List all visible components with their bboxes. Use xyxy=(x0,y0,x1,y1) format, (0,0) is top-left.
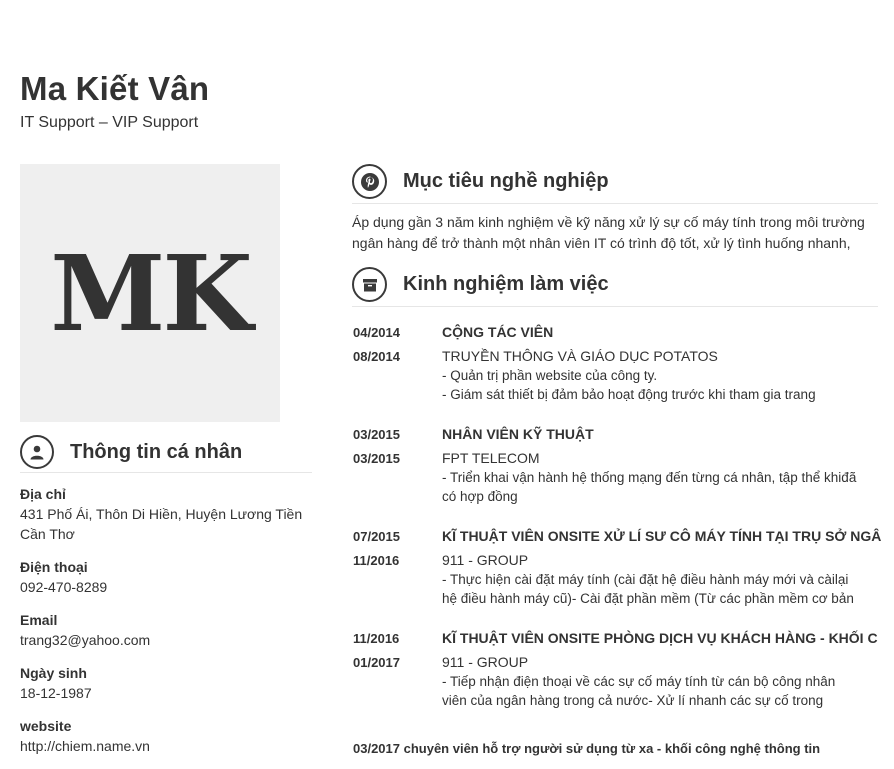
job-company: FPT TELECOM xyxy=(442,450,540,466)
user-icon xyxy=(20,435,54,469)
personal-info-list: Địa chỉ 431 Phố Ái, Thôn Di Hiền, Huyện … xyxy=(20,484,320,769)
info-value: http://chiem.name.vn xyxy=(20,738,150,754)
info-email: Email trang32@yahoo.com xyxy=(20,610,320,650)
experience-title: Kinh nghiệm làm việc xyxy=(403,273,609,295)
job-dates: 03/2015 03/2015 xyxy=(353,424,442,506)
job-entry: 04/2014 08/2014 CỘNG TÁC VIÊN TRUYỀN THÔ… xyxy=(353,322,894,404)
job-start: 04/2014 xyxy=(353,325,400,340)
info-label: Ngày sinh xyxy=(20,665,87,681)
job-company: TRUYỀN THÔNG VÀ GIÁO DỤC POTATOS xyxy=(442,348,718,364)
job-body: KĨ THUẬT VIÊN ONSITE XỬ LÍ SƯ CÔ MÁY TÍN… xyxy=(442,526,894,608)
job-company: 911 - GROUP xyxy=(442,654,529,670)
job-title: IT Support – VIP Support xyxy=(20,114,199,131)
info-birthday: Ngày sinh 18-12-1987 xyxy=(20,663,320,703)
info-value: 18-12-1987 xyxy=(20,685,92,701)
candidate-name: Ma Kiết Vân xyxy=(20,70,210,107)
info-value: trang32@yahoo.com xyxy=(20,632,151,648)
info-label: website xyxy=(20,718,72,734)
job-entry-partial: 03/2017 chuyên viên hỗ trợ người sử dụng… xyxy=(353,741,821,756)
objective-title: Mục tiêu nghề nghiệp xyxy=(403,170,609,192)
avatar-initials: MK xyxy=(50,231,253,355)
job-title: KĨ THUẬT VIÊN ONSITE PHÒNG DỊCH VỤ KHÁCH… xyxy=(442,630,878,646)
info-phone: Điện thoại 092-470-8289 xyxy=(20,557,320,597)
avatar: MK xyxy=(20,164,280,422)
job-body: KĨ THUẬT VIÊN ONSITE PHÒNG DỊCH VỤ KHÁCH… xyxy=(442,628,894,710)
job-description: - Thực hiện cài đặt máy tính (cài đặt hệ… xyxy=(442,572,854,606)
info-label: Email xyxy=(20,612,58,628)
job-company: 911 - GROUP xyxy=(442,552,529,568)
info-value: 431 Phố Ái, Thôn Di Hiền, Huyện Lương Ti… xyxy=(20,506,303,542)
job-description: - Tiếp nhận điện thoại về các sự cố máy … xyxy=(442,674,836,708)
job-dates: 04/2014 08/2014 xyxy=(353,322,442,404)
objective-line: Áp dụng gần 3 năm kinh nghiệm về kỹ năng… xyxy=(352,214,865,230)
job-end: 11/2016 xyxy=(353,553,400,568)
job-body: CỘNG TÁC VIÊN TRUYỀN THÔNG VÀ GIÁO DỤC P… xyxy=(442,322,894,404)
job-title: KĨ THUẬT VIÊN ONSITE XỬ LÍ SƯ CÔ MÁY TÍN… xyxy=(442,528,882,544)
personal-info-header: Thông tin cá nhân xyxy=(20,432,312,473)
job-entry: 03/2015 03/2015 NHÂN VIÊN KỸ THUẬT FPT T… xyxy=(353,424,894,506)
job-dates: 07/2015 11/2016 xyxy=(353,526,442,608)
archive-icon xyxy=(352,267,387,302)
info-address: Địa chỉ 431 Phố Ái, Thôn Di Hiền, Huyện … xyxy=(20,484,320,544)
objective-line: ngân hàng để trở thành một nhân viên IT … xyxy=(352,235,851,251)
objective-text: Áp dụng gần 3 năm kinh nghiệm về kỹ năng… xyxy=(352,212,882,254)
job-start: 07/2015 xyxy=(353,529,400,544)
job-dates: 11/2016 01/2017 xyxy=(353,628,442,710)
info-label: Điện thoại xyxy=(20,559,88,575)
info-website: website http://chiem.name.vn xyxy=(20,716,320,756)
job-end: 08/2014 xyxy=(353,349,400,364)
job-entry: 07/2015 11/2016 KĨ THUẬT VIÊN ONSITE XỬ … xyxy=(353,526,894,608)
info-value: 092-470-8289 xyxy=(20,579,108,595)
experience-header: Kinh nghiệm làm việc xyxy=(352,263,878,307)
job-end: 03/2015 xyxy=(353,451,400,466)
personal-info-title: Thông tin cá nhân xyxy=(70,440,243,463)
job-description: - Triển khai vận hành hệ thống mạng đến … xyxy=(442,470,857,504)
job-body: NHÂN VIÊN KỸ THUẬT FPT TELECOM - Triển k… xyxy=(442,424,894,506)
experience-list: 04/2014 08/2014 CỘNG TÁC VIÊN TRUYỀN THÔ… xyxy=(353,322,894,730)
job-entry: 11/2016 01/2017 KĨ THUẬT VIÊN ONSITE PHÒ… xyxy=(353,628,894,710)
job-title: NHÂN VIÊN KỸ THUẬT xyxy=(442,426,594,442)
job-description: - Quản trị phần website của công ty. - G… xyxy=(442,368,816,402)
info-label: Địa chỉ xyxy=(20,486,66,502)
pinterest-icon xyxy=(352,164,387,199)
job-start: 03/2015 xyxy=(353,427,400,442)
objective-header: Mục tiêu nghề nghiệp xyxy=(352,160,878,204)
job-start: 11/2016 xyxy=(353,631,400,646)
job-title: CỘNG TÁC VIÊN xyxy=(442,324,554,340)
job-end: 01/2017 xyxy=(353,655,400,670)
